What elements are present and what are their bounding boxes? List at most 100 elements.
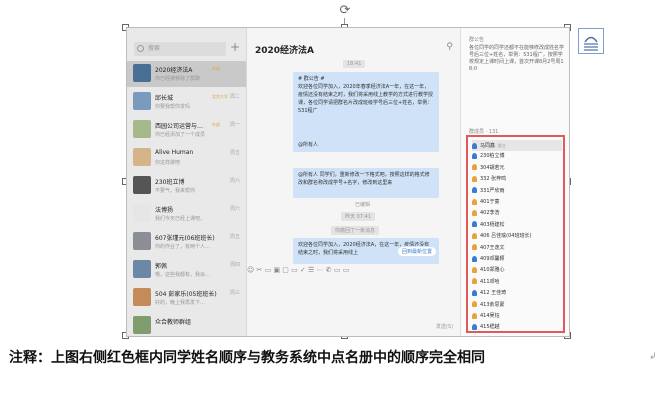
member-item[interactable]: 409邓馨颖 [472, 254, 562, 265]
chat-preview: 你的作业了，有两个人… [155, 244, 211, 250]
chat-list-item[interactable]: 邱长城 北京大学 你要我帮你发吗 周二 [127, 89, 246, 115]
member-item[interactable]: 407王逸文 [472, 243, 562, 254]
paragraph-mark-icon: ↲ [649, 352, 657, 362]
chat-time: 周五 [229, 234, 240, 240]
chat-name: 郭佩 [155, 263, 168, 270]
person-icon [472, 301, 477, 308]
format-bubble: @所有人 同学们，重新修改一下格式吧，按照这样的格式修改和群名称改成学号+名字，… [293, 168, 439, 198]
person-icon [472, 255, 477, 262]
member-name: 304胡若元 [480, 164, 505, 171]
member-item[interactable]: 412 王佳琦 [472, 288, 562, 299]
timestamp: 18:41 [343, 60, 366, 68]
chat-list-item[interactable]: 众合教师群组 [127, 313, 246, 336]
chat-list-item[interactable]: Alive Human 你这样做吧 周五 [127, 145, 246, 171]
chat-list-item[interactable]: 法博扬我们今天已经上课吧， 周六 [127, 201, 246, 227]
chat-preview: 你要我帮你发吗 [155, 104, 191, 110]
member-item[interactable]: 332 张梓鸣 [472, 174, 562, 185]
person-icon [472, 323, 477, 330]
person-icon [472, 187, 477, 194]
jump-latest-button[interactable]: 回到最新位置 [397, 246, 438, 257]
avatar [133, 316, 151, 334]
member-item[interactable]: 403杨建松 [472, 220, 562, 231]
chat-list-item[interactable]: 607张瑾元(06班班长) 你的作业了，有两个人… 周五 [127, 229, 246, 255]
avatar [133, 92, 151, 110]
member-name: 马同鑫 [480, 143, 496, 149]
member-item[interactable]: 304胡若元 [472, 163, 562, 174]
chat-time: 周三 [229, 290, 240, 296]
member-item[interactable]: 414吴钰 [472, 311, 562, 322]
send-button[interactable]: 发送(S) [436, 323, 453, 330]
chat-name: 230班立博 [155, 179, 185, 186]
chat-preview: 你这样做吧 [155, 160, 181, 166]
chat-list: 搜索 + 2020经济法A 外部 你已经被移除了群聊 邱长城 北京大学 你要我帮你发吗 周二… [127, 28, 247, 336]
chat-time: 周五 [229, 150, 240, 156]
embedded-screenshot[interactable]: 搜索 + 2020经济法A 外部 你已经被移除了群聊 邱长城 北京大学 你要我帮你发吗 周二… [126, 27, 570, 337]
chat-name: 2020经济法A [155, 67, 193, 74]
layout-options-icon[interactable] [578, 28, 604, 54]
chat-time: 周六 [229, 206, 240, 212]
date-divider: 昨天 07:41 [341, 212, 375, 221]
chat-preview: 你已经添加了一个成员 [155, 132, 206, 138]
chat-name: 504 彭家乐(05班班长) [155, 291, 217, 298]
person-icon [472, 175, 477, 182]
add-chat-icon[interactable]: + [230, 40, 240, 54]
person-icon [472, 164, 477, 171]
person-icon [472, 198, 477, 205]
owner-badge: 群主 [498, 143, 507, 148]
member-name: 230柏立博 [480, 153, 505, 160]
search-input[interactable]: 搜索 [134, 42, 226, 56]
chat-list-item[interactable]: 230班立博不要气，我来帮你 周六 [127, 173, 246, 199]
chat-list-item[interactable]: 郭佩 哦，这些我都有，我会… 周四 [127, 257, 246, 283]
announcement-label: 群公告 [469, 37, 485, 43]
chat-tag: 外部 [212, 66, 220, 71]
person-icon [472, 152, 477, 159]
person-icon [472, 209, 477, 216]
rotate-handle-icon[interactable]: ⟳ [338, 4, 352, 18]
member-name: 412 王佳琦 [480, 290, 507, 297]
search-icon [137, 45, 144, 52]
member-item[interactable]: 331严欣雨 [472, 186, 562, 197]
person-icon [472, 244, 477, 251]
recall-notice: 你撤回了一条消息 [331, 226, 380, 235]
member-name: 414吴钰 [480, 313, 500, 319]
avatar [133, 64, 151, 82]
member-item[interactable]: 406 吕佳瑜(04班班长) [472, 231, 562, 242]
chat-name: 西园公司运营与… [155, 123, 204, 130]
member-name: 401于童 [480, 199, 500, 205]
avatar [133, 232, 151, 250]
chat-preview: 我们今天已经上课吧， [155, 216, 206, 222]
chat-preview: 不要气，我来帮你 [155, 188, 196, 194]
chat-time: 周一 [229, 122, 240, 128]
chat-main: 2020经济法A ⚲ 18:41 # 群公告 # 欢迎各位同学加入，2020年春… [247, 28, 459, 336]
member-item[interactable]: 401于童 [472, 197, 562, 208]
member-name: 407王逸文 [480, 244, 505, 251]
input-toolbar[interactable]: ☺ ✂ ▭ ▣ ▢ ▭ ✓ ☰ ⋯ ✆ ▭ ▭ [247, 266, 459, 276]
member-item[interactable]: 410郑雅心 [472, 265, 562, 276]
highlighted-member-list: 马同鑫 群主 230柏立博 304胡若元 332 张梓鸣 331严欣雨 401于童 402李浩… [466, 135, 565, 333]
chat-list-item[interactable]: 2020经济法A 外部 你已经被移除了群聊 [127, 61, 246, 87]
member-name: 403杨建松 [480, 221, 505, 228]
member-item[interactable]: 马同鑫 群主 [472, 140, 562, 151]
chat-preview: 好的，晚上我再发下… [155, 300, 206, 306]
chat-time: 周二 [229, 94, 240, 100]
chat-name: 法博扬 [155, 207, 174, 214]
member-item[interactable]: 402李浩 [472, 208, 562, 219]
avatar [133, 288, 151, 306]
chat-time: 周六 [229, 178, 240, 184]
member-item[interactable]: 411邓哈 [472, 277, 562, 288]
chat-tag: 外部 [212, 122, 220, 127]
person-icon [472, 232, 477, 239]
member-item[interactable]: 413俞思蒙 [472, 300, 562, 311]
member-icon[interactable]: ⚲ [446, 42, 453, 52]
chat-name: 众合教师群组 [155, 319, 192, 326]
at-all-bubble: @所有人 [293, 138, 439, 152]
avatar [133, 204, 151, 222]
chat-name: 邱长城 [155, 95, 174, 102]
member-item[interactable]: 230柏立博 [472, 151, 562, 162]
person-icon [472, 142, 477, 149]
announcement-bubble: # 群公告 # 欢迎各位同学加入，2020年春季经济法A一年，在这一年，疫情还没… [293, 72, 439, 140]
announcement-text: 各位同学的同学还都不在能够修改成姓名学号后三位+姓名，举例：531程广，按照学校… [469, 45, 565, 72]
member-item[interactable]: 415嵇越 [472, 322, 562, 333]
chat-list-item[interactable]: 504 彭家乐(05班班长) 好的，晚上我再发下… 周三 [127, 285, 246, 311]
chat-list-item[interactable]: 西园公司运营与… 外部你已经添加了一个成员 周一 [127, 117, 246, 143]
